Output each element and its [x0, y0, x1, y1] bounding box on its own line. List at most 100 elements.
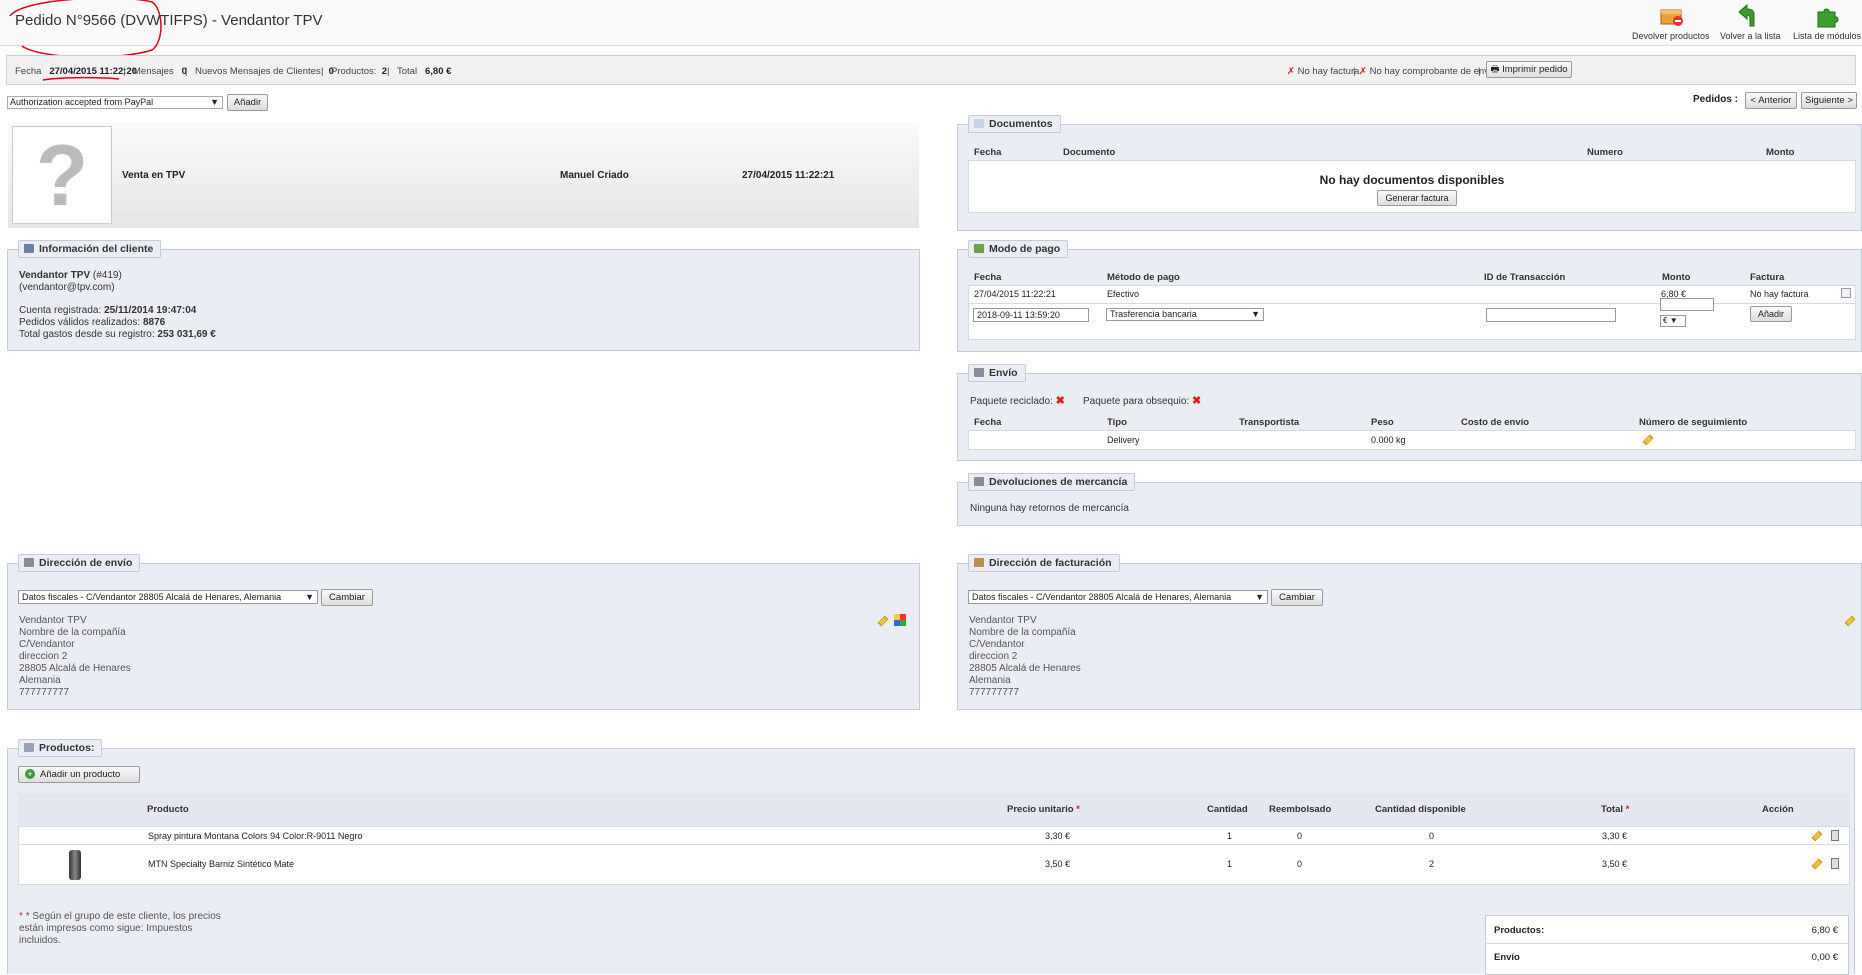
page-title: Pedido N°9566 (DVWTIFPS) - Vendantor TPV [15, 12, 323, 29]
dropdown-arrow-icon: ▼ [1251, 309, 1260, 319]
billing-address-select[interactable]: Datos fiscales - C/Vendantor 28805 Alcal… [968, 590, 1268, 604]
order-history-box: ? Venta en TPV Manuel Criado 27/04/2015 … [8, 122, 919, 228]
back-to-list-button[interactable]: Volver a la lista [1720, 4, 1781, 41]
shipping-address-change-button[interactable]: Cambiar [321, 589, 373, 606]
summary-messages: Mensajes 0 [133, 66, 187, 77]
status-add-button[interactable]: Añadir [227, 94, 268, 111]
product-name[interactable]: MTN Specialty Barniz Sintético Mate [148, 859, 294, 869]
customer-registered: 25/11/2014 19:47:04 [104, 305, 197, 316]
history-date: 27/04/2015 11:22:21 [742, 170, 835, 181]
map-icon[interactable] [894, 614, 906, 626]
shipping-address-panel: Dirección de envío Datos fiscales - C/Ve… [7, 554, 920, 710]
back-arrow-icon [1738, 4, 1755, 27]
gift-label: Paquete para obsequio: [1083, 396, 1190, 407]
product-thumbnail [69, 850, 81, 880]
no-delivery-slip-status: ✗ No hay comprobante de envío [1359, 66, 1497, 77]
payment-date: 27/04/2015 11:22:21 [974, 289, 1056, 299]
customer-valid-orders: 8876 [142, 317, 166, 328]
page-header: Pedido N°9566 (DVWTIFPS) - Vendantor TPV… [0, 0, 1862, 58]
customer-total-spent: 253 031,69 € [157, 329, 216, 340]
payment-amount-input[interactable] [1660, 298, 1714, 311]
delete-product-icon[interactable] [1831, 858, 1839, 869]
history-state: Venta en TPV [122, 170, 186, 181]
customer-email[interactable]: (vendantor@tpv.com) [19, 282, 115, 293]
dropdown-arrow-icon: ▼ [1669, 316, 1678, 325]
add-product-button[interactable]: + Añadir un producto [18, 766, 140, 783]
employee-avatar: ? [12, 126, 112, 224]
no-invoice-status: ✗ No hay factura [1287, 66, 1360, 77]
recycled-no-icon: ✖ [1055, 395, 1065, 407]
cart-icon [24, 743, 34, 752]
return-products-button[interactable]: Devolver productos [1632, 4, 1710, 41]
truck-icon [24, 558, 34, 567]
payment-details-icon[interactable] [1841, 288, 1851, 298]
edit-tracking-icon[interactable] [1642, 434, 1654, 448]
billing-address-panel: Dirección de facturación Datos fiscales … [957, 554, 1862, 710]
shipping-weight: 0.000 kg [1371, 435, 1406, 445]
returns-legend: Devoluciones de mercancía [968, 473, 1136, 491]
documents-empty-row: No hay documentos disponibles Generar fa… [968, 160, 1856, 213]
shipping-type: Delivery [1107, 435, 1140, 445]
currency-select[interactable]: € ▼ [1660, 315, 1686, 327]
delete-product-icon[interactable] [1831, 830, 1839, 841]
payment-add-button[interactable]: Añadir [1750, 306, 1792, 322]
shipping-address-select[interactable]: Datos fiscales - C/Vendantor 28805 Alcal… [18, 590, 318, 604]
product-name[interactable]: Spray pintura Montana Colors 94 Color:R-… [148, 831, 362, 841]
history-employee: Manuel Criado [560, 170, 629, 181]
order-summary-bar: Fecha 27/04/2015 11:22:20 | Mensajes 0 |… [6, 55, 1856, 85]
truck-icon [974, 368, 984, 377]
shipping-panel: Envío Paquete reciclado: ✖ Paquete para … [957, 364, 1862, 461]
totals-table: Productos: 6,80 € Envío 0,00 € [1485, 915, 1849, 975]
user-icon [24, 244, 34, 253]
shipping-address-legend: Dirección de envío [18, 554, 141, 572]
print-order-button[interactable]: 🖶 Imprimir pedido [1486, 61, 1572, 78]
billing-address-change-button[interactable]: Cambiar [1271, 589, 1323, 606]
puzzle-icon [1817, 8, 1839, 28]
gift-no-icon: ✖ [1191, 395, 1202, 407]
summary-products: Productos: 2 [331, 66, 387, 77]
table-row: MTN Specialty Barniz Sintético Mate 3,50… [18, 844, 1850, 885]
previous-order-button[interactable]: < Anterior [1745, 92, 1797, 109]
transaction-id-input[interactable] [1486, 308, 1616, 322]
return-products-icon [1660, 9, 1683, 26]
payment-legend: Modo de pago [968, 240, 1069, 258]
products-legend: Productos: [18, 739, 103, 757]
document-icon [974, 119, 984, 128]
edit-billing-address-icon[interactable] [1844, 615, 1856, 629]
red-underline-annotation [42, 76, 120, 81]
documents-legend: Documentos [968, 115, 1061, 133]
customer-name: Vendantor TPV [19, 270, 91, 281]
documents-empty-text: No hay documentos disponibles [1319, 173, 1505, 187]
printer-icon: 🖶 [1490, 64, 1500, 75]
products-panel: Productos: + Añadir un producto Producto … [7, 739, 1855, 975]
products-table-header: Producto Precio unitario * Cantidad Reem… [18, 793, 1850, 826]
edit-product-icon[interactable] [1811, 858, 1823, 872]
order-status-select[interactable]: Authorization accepted from PayPal ▼ [7, 96, 223, 109]
price-note: * * Según el grupo de este cliente, los … [19, 911, 221, 922]
plus-icon: + [25, 769, 35, 779]
next-order-button[interactable]: Siguiente > [1801, 92, 1857, 109]
modules-list-button[interactable]: Lista de módulos [1793, 4, 1861, 41]
summary-total: Total 6,80 € [397, 66, 452, 77]
invoice-icon [974, 558, 984, 567]
returns-empty-text: Ninguna hay retornos de mercancía [970, 503, 1129, 514]
dropdown-arrow-icon: ▼ [210, 97, 219, 107]
money-icon [974, 244, 984, 253]
payment-rows: 27/04/2015 11:22:21 Efectivo 6,80 € No h… [968, 285, 1856, 340]
customer-info-panel: Información del cliente Vendantor TPV (#… [7, 240, 920, 351]
table-row: Spray pintura Montana Colors 94 Color:R-… [18, 826, 1850, 845]
generate-invoice-button[interactable]: Generar factura [1377, 190, 1457, 206]
payment-method-select[interactable]: Trasferencia bancaria ▼ [1106, 308, 1264, 321]
customer-info-legend: Información del cliente [18, 240, 162, 258]
shipping-row: Delivery 0.000 kg [968, 430, 1856, 450]
orders-nav-label: Pedidos : [1693, 94, 1739, 105]
red-annotation-scribble [9, 0, 162, 58]
edit-address-icon[interactable] [877, 615, 889, 629]
recycled-label: Paquete reciclado: [970, 396, 1053, 407]
shipping-legend: Envío [968, 364, 1026, 382]
billing-address-legend: Dirección de facturación [968, 554, 1120, 572]
payment-method: Efectivo [1107, 289, 1140, 299]
documents-panel: Documentos Fecha Documento Numero Monto … [957, 115, 1862, 231]
payment-date-input[interactable]: 2018-09-11 13:59:20 [973, 308, 1089, 322]
edit-product-icon[interactable] [1811, 830, 1823, 844]
